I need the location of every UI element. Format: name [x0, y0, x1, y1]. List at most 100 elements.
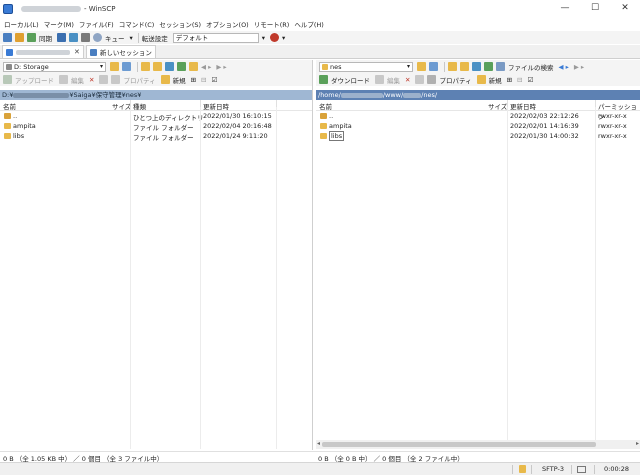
menu-help[interactable]: ヘルプ(H): [294, 19, 323, 29]
putty-icon[interactable]: [69, 33, 78, 42]
session-tab[interactable]: ✕: [2, 45, 84, 58]
queue-icon: [93, 33, 102, 42]
filter-icon[interactable]: [429, 62, 438, 71]
menu-session[interactable]: セッション(S): [159, 19, 201, 29]
menu-remote[interactable]: リモート(R): [254, 19, 290, 29]
new-button[interactable]: 新規: [489, 75, 502, 85]
settings-icon[interactable]: [81, 33, 90, 42]
select-icon[interactable]: ☑: [527, 76, 533, 84]
transfer-options-icon[interactable]: [270, 33, 280, 42]
column-name[interactable]: 名前: [319, 101, 332, 111]
list-item[interactable]: .. 2022/02/03 22:12:26 rwxr-xr-x: [316, 111, 640, 121]
list-item[interactable]: ampita 2022/02/01 14:16:39 rwxr-xr-x: [316, 121, 640, 131]
scrollbar-thumb[interactable]: [322, 442, 596, 447]
new-session-icon: [89, 48, 97, 56]
properties-icon: [427, 75, 437, 84]
forward-icon[interactable]: ▶ ▸: [216, 63, 226, 71]
scroll-right-icon[interactable]: ▸: [636, 440, 639, 447]
local-drive-select[interactable]: D: Storage ▾: [3, 61, 106, 72]
filter-icon[interactable]: [122, 62, 131, 71]
refresh-icon[interactable]: [177, 62, 186, 71]
minus-icon[interactable]: ⊟: [517, 76, 522, 84]
column-modified[interactable]: 更新日時: [510, 101, 536, 111]
lock-icon: [519, 465, 526, 473]
edit-button[interactable]: 編集: [387, 75, 400, 85]
protocol-label: SFTP-3: [542, 465, 564, 473]
transfer-preset-select[interactable]: デフォルト: [172, 32, 259, 43]
root-dir-icon[interactable]: [153, 62, 162, 71]
column-type[interactable]: 種類: [133, 101, 146, 111]
remote-path-bar[interactable]: /home//www//nes/: [316, 90, 640, 100]
column-modified[interactable]: 更新日時: [203, 101, 229, 111]
upload-icon: [3, 75, 12, 84]
properties-button[interactable]: プロパティ: [123, 75, 155, 85]
minimize-icon[interactable]: —: [550, 0, 580, 17]
new-button[interactable]: 新規: [173, 75, 186, 85]
chevron-down-icon[interactable]: ▾: [262, 34, 265, 42]
home-icon[interactable]: [472, 62, 481, 71]
session-tab-bar: ✕ 新しいセッション: [0, 45, 640, 59]
main-toolbar: 同期 キュー ▾ 転送設定 デフォルト ▾ ▾: [0, 31, 640, 44]
list-item[interactable]: .. ひとつ上のディレクトリ 2022/01/30 16:10:15: [0, 111, 312, 122]
close-icon[interactable]: ✕: [610, 0, 640, 17]
queue-button[interactable]: キュー: [105, 33, 125, 43]
menu-command[interactable]: コマンド(C): [119, 19, 155, 29]
new-window-icon[interactable]: [3, 33, 12, 42]
compare-icon[interactable]: [27, 33, 36, 42]
menu-mark[interactable]: マーク(M): [44, 19, 74, 29]
sync-button[interactable]: 同期: [39, 33, 52, 43]
list-item[interactable]: libs ファイル フォルダー 2022/01/24 9:11:20: [0, 131, 312, 142]
forward-icon[interactable]: ▶ ▸: [574, 63, 584, 71]
remote-dir-select[interactable]: nes ▾: [319, 61, 413, 72]
folder-icon: [4, 123, 11, 129]
remote-column-header: 名前 サイズ 更新日時 パーミッション: [316, 100, 640, 121]
column-size[interactable]: サイズ: [488, 101, 507, 111]
monitor-icon: [577, 466, 586, 473]
new-session-tab[interactable]: 新しいセッション: [85, 45, 156, 58]
folder-icon: [322, 63, 328, 70]
terminal-icon[interactable]: [57, 33, 66, 42]
close-tab-icon[interactable]: ✕: [74, 48, 80, 56]
column-size[interactable]: サイズ: [112, 101, 131, 111]
column-name[interactable]: 名前: [3, 101, 16, 111]
explore-icon[interactable]: [15, 33, 24, 42]
maximize-icon[interactable]: ☐: [580, 0, 610, 17]
remote-nav-toolbar: nes ▾ ファイルの検索 ◀ ▸ ▶ ▸: [316, 60, 640, 73]
edit-button[interactable]: 編集: [71, 75, 84, 85]
back-icon[interactable]: ◀ ▸: [201, 63, 211, 71]
home-icon[interactable]: [165, 62, 174, 71]
menu-local[interactable]: ローカル(L): [4, 19, 39, 29]
scroll-left-icon[interactable]: ◂: [317, 440, 320, 447]
open-folder-icon[interactable]: [417, 62, 426, 71]
refresh-icon[interactable]: [484, 62, 493, 71]
upload-button[interactable]: アップロード: [15, 75, 54, 85]
rename-icon[interactable]: [99, 75, 109, 84]
remote-horizontal-scrollbar[interactable]: ◂ ▸: [316, 440, 640, 449]
delete-icon[interactable]: ✕: [89, 76, 94, 84]
add-icon[interactable]: ⊞: [191, 76, 196, 84]
parent-dir-icon[interactable]: [448, 62, 457, 71]
open-folder-icon[interactable]: [110, 62, 119, 71]
menu-options[interactable]: オプション(O): [206, 19, 249, 29]
parent-dir-icon[interactable]: [141, 62, 150, 71]
delete-icon[interactable]: ✕: [405, 76, 410, 84]
elapsed-time: 0:00:28: [604, 465, 630, 473]
new-icon: [160, 75, 170, 84]
add-icon[interactable]: ⊞: [507, 76, 512, 84]
download-button[interactable]: ダウンロード: [331, 75, 370, 85]
minus-icon[interactable]: ⊟: [201, 76, 206, 84]
select-icon[interactable]: ☑: [211, 76, 217, 84]
local-path-bar[interactable]: D:¥ ¥Saiga¥保守管理¥nes¥: [0, 90, 312, 100]
back-icon[interactable]: ◀ ▸: [559, 63, 569, 71]
root-dir-icon[interactable]: [460, 62, 469, 71]
redacted-session-name: [21, 5, 81, 12]
rename-icon[interactable]: [415, 75, 425, 84]
bookmark-icon[interactable]: [189, 62, 198, 71]
find-files-button[interactable]: ファイルの検索: [508, 62, 554, 72]
list-item[interactable]: libs 2022/01/30 14:00:32 rwxr-xr-x: [316, 131, 640, 141]
menu-file[interactable]: ファイル(F): [79, 19, 114, 29]
find-files-icon: [496, 62, 505, 71]
folder-icon: [4, 133, 11, 139]
properties-button[interactable]: プロパティ: [439, 75, 471, 85]
list-item[interactable]: ampita ファイル フォルダー 2022/02/04 20:16:48: [0, 121, 312, 132]
